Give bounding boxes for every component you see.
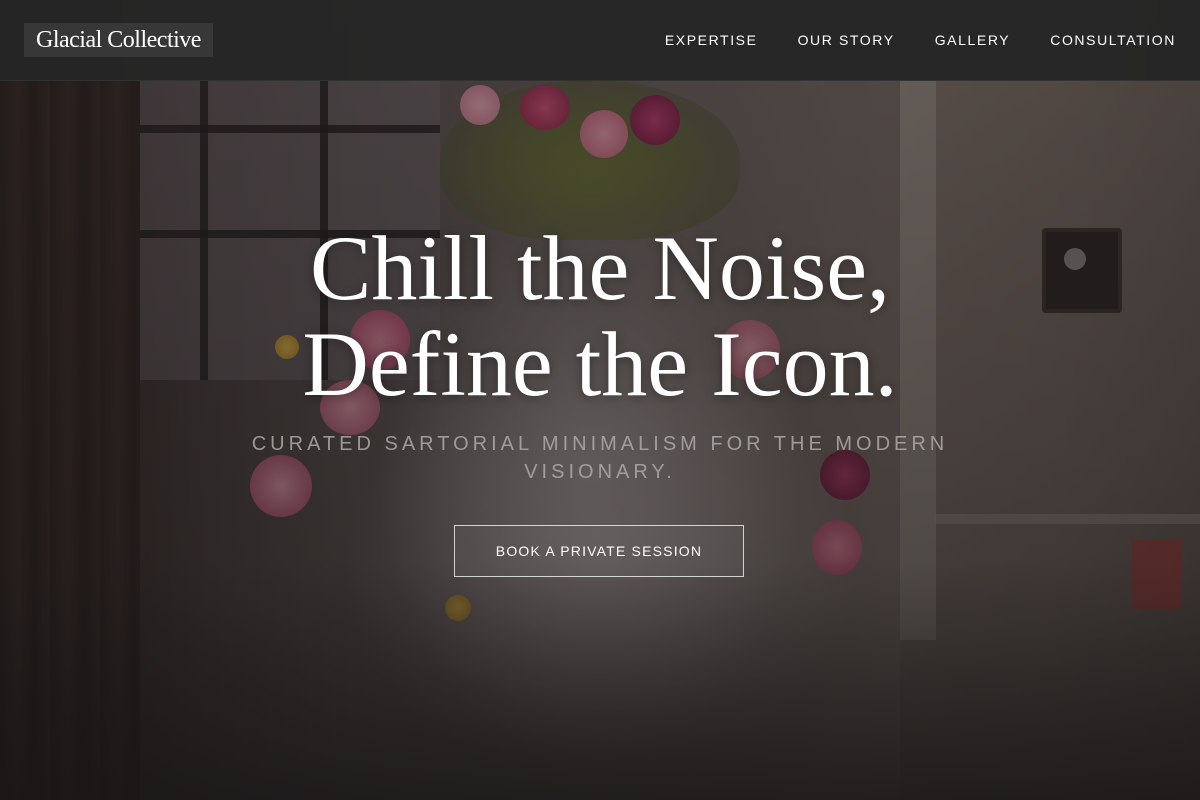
hero-section: Chill the Noise, Define the Icon. CURATE… [0,0,1200,800]
main-nav: EXPERTISE OUR STORY GALLERY CONSULTATION [665,0,1176,80]
nav-link-gallery[interactable]: GALLERY [935,32,1011,48]
brand-logo-link[interactable]: Glacial Collective [24,23,213,57]
hero-headline: Chill the Noise, Define the Icon. [100,220,1100,412]
nav-link-consultation[interactable]: CONSULTATION [1050,32,1176,48]
nav-link-expertise[interactable]: EXPERTISE [665,32,758,48]
top-navbar: Glacial Collective EXPERTISE OUR STORY G… [0,0,1200,81]
hero-headline-line-1: Chill the Noise, [309,217,891,319]
hero-tagline: CURATED SARTORIAL MINIMALISM FOR THE MOD… [251,433,949,483]
nav-link-our-story[interactable]: OUR STORY [798,32,895,48]
book-session-button[interactable]: BOOK A PRIVATE SESSION [454,525,744,577]
landing-page: Glacial Collective EXPERTISE OUR STORY G… [0,0,1200,800]
hero-headline-line-2: Define the Icon. [302,313,898,415]
